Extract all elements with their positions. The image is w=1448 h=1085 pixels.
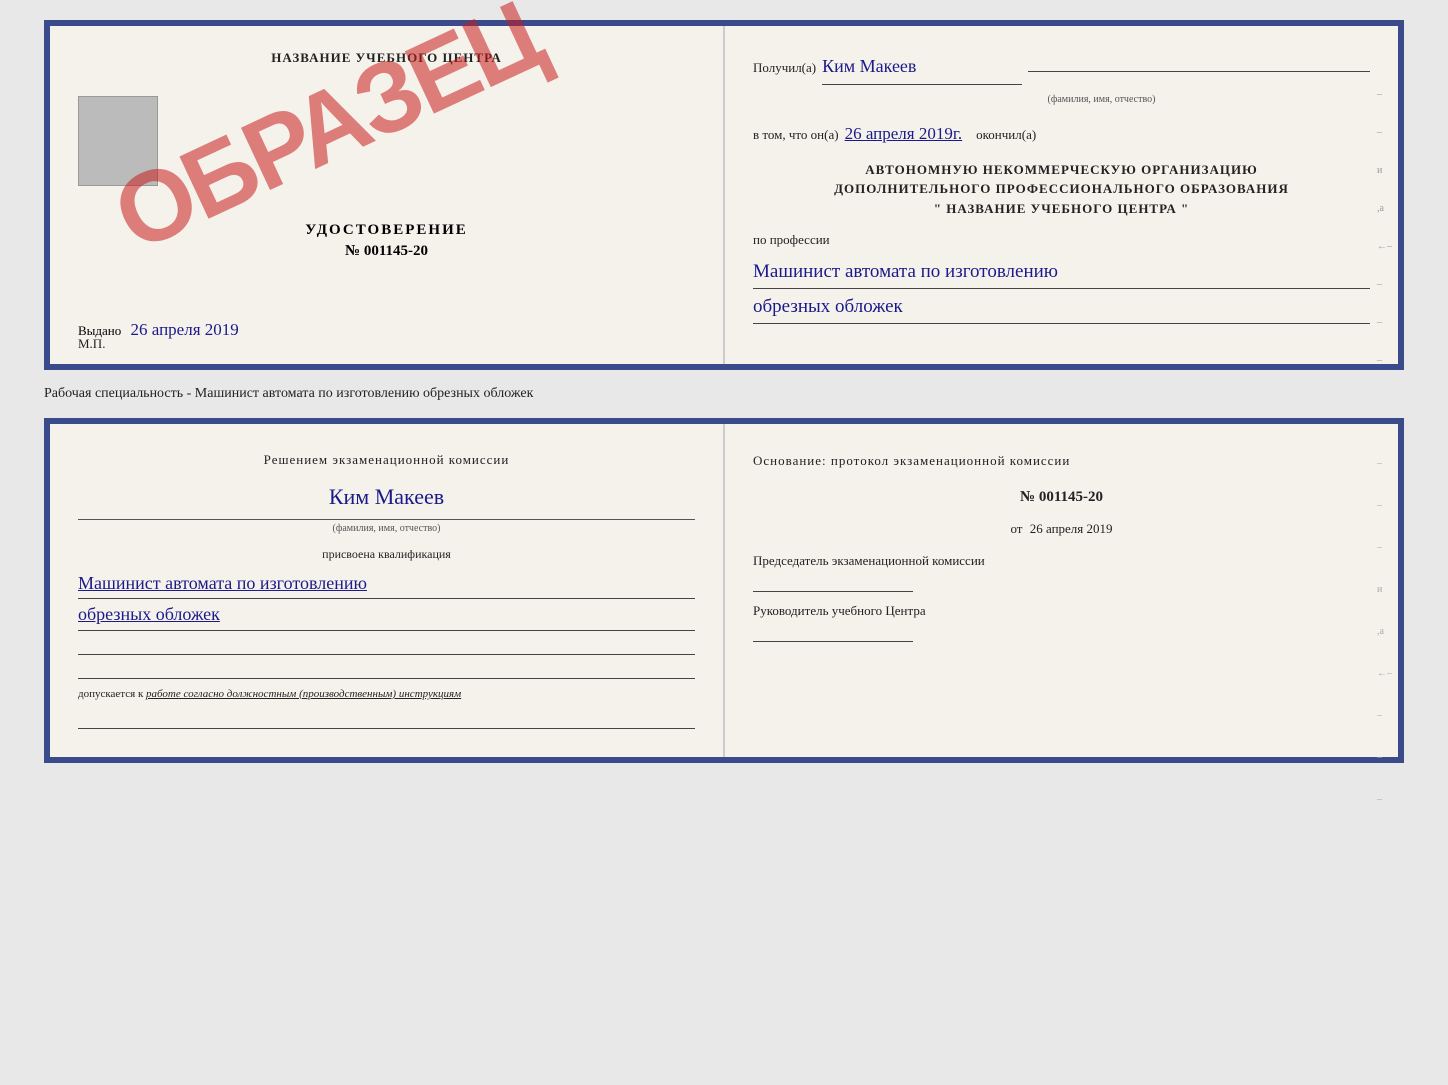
middle-label: Рабочая специальность - Машинист автомат… xyxy=(44,386,1404,402)
top-doc-left: НАЗВАНИЕ УЧЕБНОГО ЦЕНТРА ОБРАЗЕЦ УДОСТОВ… xyxy=(50,26,725,364)
profession-value2: обрезных обложек xyxy=(753,291,1370,324)
commission-title: Решением экзаменационной комиссии xyxy=(78,448,695,471)
cert-number: № 001145-20 xyxy=(305,243,468,260)
chairman-sig-line xyxy=(753,572,913,592)
допускается-block: допускается к работе согласно должностны… xyxy=(78,685,695,705)
fio-sublabel-top: (фамилия, имя, отчество) xyxy=(833,91,1370,109)
blank-line-1 xyxy=(78,635,695,655)
qual-value2: обрезных обложек xyxy=(78,599,695,631)
photo-placeholder xyxy=(78,96,158,186)
bottom-doc-left: Решением экзаменационной комиссии Ким Ма… xyxy=(50,424,725,757)
side-dashes-bottom: – – – и ,а ←– – – – xyxy=(1377,454,1392,810)
cert-title: УДОСТОВЕРЕНИЕ xyxy=(305,222,468,239)
leader-label: Руководитель учебного Центра xyxy=(753,602,1370,620)
received-label: Получил(а) xyxy=(753,56,816,79)
profession-value1: Машинист автомата по изготовлению xyxy=(753,256,1370,289)
profession-label: по профессии xyxy=(753,228,1370,251)
that-row: в том, что он(а) 26 апреля 2019г. окончи… xyxy=(753,119,1370,150)
date-prefix: от xyxy=(1010,521,1022,536)
chairman-label: Председатель экзаменационной комиссии xyxy=(753,552,1370,570)
org-line2: ДОПОЛНИТЕЛЬНОГО ПРОФЕССИОНАЛЬНОГО ОБРАЗО… xyxy=(753,179,1370,199)
chairman-block: Председатель экзаменационной комиссии xyxy=(753,552,1370,592)
osnovaniye-title: Основание: протокол экзаменационной коми… xyxy=(753,448,1370,474)
bottom-fio-sub: (фамилия, имя, отчество) xyxy=(78,519,695,538)
leader-sig-line xyxy=(753,622,913,642)
finished-label: окончил(а) xyxy=(976,123,1036,146)
received-name: Ким Макеев xyxy=(822,50,1022,85)
date-value: 26 апреля 2019г. xyxy=(845,119,963,150)
protocol-number: № 001145-20 xyxy=(753,482,1370,512)
org-block: АВТОНОМНУЮ НЕКОММЕРЧЕСКУЮ ОРГАНИЗАЦИЮ ДО… xyxy=(753,160,1370,219)
qualification-label: присвоена квалификация xyxy=(78,544,695,566)
bottom-doc-right: Основание: протокол экзаменационной коми… xyxy=(725,424,1398,757)
school-name-label: НАЗВАНИЕ УЧЕБНОГО ЦЕНТРА xyxy=(271,50,502,66)
org-line3: " НАЗВАНИЕ УЧЕБНОГО ЦЕНТРА " xyxy=(753,199,1370,219)
bottom-document: Решением экзаменационной комиссии Ким Ма… xyxy=(44,418,1404,763)
допускается-label: допускается к xyxy=(78,688,143,700)
protocol-date: от 26 апреля 2019 xyxy=(753,516,1370,542)
допускается-value: работе согласно должностным (производств… xyxy=(146,688,461,700)
received-row: Получил(а) Ким Макеев xyxy=(753,50,1370,85)
in-that-label: в том, что он(а) xyxy=(753,123,839,146)
side-dashes-top: – – и ,а ←– – – – xyxy=(1377,86,1392,370)
qual-value1: Машинист автомата по изготовлению xyxy=(78,568,695,600)
top-document: НАЗВАНИЕ УЧЕБНОГО ЦЕНТРА ОБРАЗЕЦ УДОСТОВ… xyxy=(44,20,1404,370)
issued-date-value: 26 апреля 2019 xyxy=(131,320,239,339)
protocol-date-value: 26 апреля 2019 xyxy=(1030,521,1113,536)
blank-line-3 xyxy=(78,709,695,729)
org-line1: АВТОНОМНУЮ НЕКОММЕРЧЕСКУЮ ОРГАНИЗАЦИЮ xyxy=(753,160,1370,180)
dash-line-1 xyxy=(1028,71,1370,72)
leader-block: Руководитель учебного Центра xyxy=(753,602,1370,642)
bottom-name: Ким Макеев xyxy=(78,477,695,517)
profession-section: по профессии Машинист автомата по изгото… xyxy=(753,228,1370,324)
top-doc-right: Получил(а) Ким Макеев (фамилия, имя, отч… xyxy=(725,26,1398,364)
mp-label: М.П. xyxy=(78,336,105,352)
cert-block: УДОСТОВЕРЕНИЕ № 001145-20 xyxy=(305,222,468,260)
issued-date-block: Выдано 26 апреля 2019 xyxy=(78,320,695,340)
blank-line-2 xyxy=(78,659,695,679)
